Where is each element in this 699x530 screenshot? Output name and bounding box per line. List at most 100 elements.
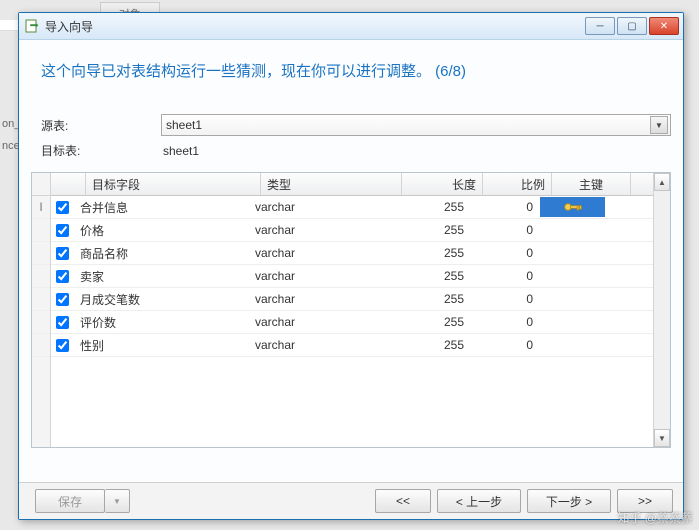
- table-row[interactable]: 月成交笔数varchar2550: [51, 288, 653, 311]
- cell-field[interactable]: 商品名称: [74, 242, 249, 264]
- chevron-down-icon[interactable]: ▼: [650, 116, 668, 134]
- save-dropdown-button[interactable]: ▼: [105, 489, 130, 513]
- cell-scale[interactable]: 0: [471, 242, 540, 264]
- grid-body: 合并信息varchar2550价格varchar2550商品名称varchar2…: [51, 196, 653, 447]
- cell-check[interactable]: [51, 311, 74, 333]
- cell-length[interactable]: 255: [390, 242, 471, 264]
- row-gutter-cell[interactable]: [32, 219, 50, 242]
- cell-check[interactable]: [51, 242, 74, 264]
- cell-check[interactable]: [51, 334, 74, 356]
- row-gutter-cell[interactable]: [32, 334, 50, 357]
- cell-field[interactable]: 卖家: [74, 265, 249, 287]
- cell-pk[interactable]: [540, 196, 607, 218]
- next-button[interactable]: 下一步 >: [527, 489, 611, 513]
- save-button[interactable]: 保存: [35, 489, 105, 513]
- cell-field[interactable]: 合并信息: [74, 196, 249, 218]
- cell-check[interactable]: [51, 196, 74, 218]
- maximize-icon: ▢: [627, 21, 636, 32]
- cell-pk[interactable]: [540, 219, 619, 241]
- source-table-row: 源表: sheet1 ▼: [31, 111, 671, 139]
- cell-type[interactable]: varchar: [249, 334, 390, 356]
- close-button[interactable]: ✕: [649, 17, 679, 35]
- target-table-row: 目标表: sheet1: [31, 139, 671, 162]
- titlebar[interactable]: 导入向导 ─ ▢ ✕: [19, 13, 683, 40]
- cell-field[interactable]: 价格: [74, 219, 249, 241]
- row-checkbox[interactable]: [56, 293, 69, 306]
- cell-length[interactable]: 255: [390, 334, 471, 356]
- wizard-description: 这个向导已对表结构运行一些猜测，现在你可以进行调整。 (6/8): [31, 46, 671, 111]
- row-gutter-cell[interactable]: [32, 288, 50, 311]
- cell-type[interactable]: varchar: [249, 196, 390, 218]
- cell-pk[interactable]: [540, 311, 619, 333]
- row-gutter-cell[interactable]: [32, 311, 50, 334]
- cell-type[interactable]: varchar: [249, 265, 390, 287]
- cell-type[interactable]: varchar: [249, 288, 390, 310]
- cell-length[interactable]: 255: [390, 265, 471, 287]
- row-gutter-cell[interactable]: [32, 242, 50, 265]
- prev-button[interactable]: < 上一步: [437, 489, 521, 513]
- cell-field[interactable]: 性别: [74, 334, 249, 356]
- row-checkbox[interactable]: [56, 224, 69, 237]
- import-wizard-icon: [25, 18, 41, 34]
- grid-row-gutter: I: [32, 173, 51, 447]
- gutter-header: [32, 173, 50, 196]
- row-checkbox[interactable]: [56, 247, 69, 260]
- cell-check[interactable]: [51, 288, 74, 310]
- col-header-length[interactable]: 长度: [402, 173, 483, 195]
- cell-scale[interactable]: 0: [471, 288, 540, 310]
- maximize-button[interactable]: ▢: [617, 17, 647, 35]
- cell-type[interactable]: varchar: [249, 242, 390, 264]
- minimize-button[interactable]: ─: [585, 17, 615, 35]
- table-row[interactable]: 合并信息varchar2550: [51, 196, 653, 219]
- row-gutter-cell[interactable]: [32, 265, 50, 288]
- minimize-icon: ─: [596, 21, 603, 32]
- table-row[interactable]: 性别varchar2550: [51, 334, 653, 357]
- row-checkbox[interactable]: [56, 270, 69, 283]
- cell-scale[interactable]: 0: [471, 265, 540, 287]
- cell-field[interactable]: 评价数: [74, 311, 249, 333]
- table-row[interactable]: 商品名称varchar2550: [51, 242, 653, 265]
- cell-scale[interactable]: 0: [471, 311, 540, 333]
- cell-pk[interactable]: [540, 242, 619, 264]
- window-title: 导入向导: [45, 18, 585, 35]
- chevron-down-icon: ▼: [113, 497, 121, 506]
- last-button[interactable]: >>: [617, 489, 673, 513]
- col-header-type[interactable]: 类型: [261, 173, 402, 195]
- scroll-down-icon[interactable]: ▼: [654, 429, 670, 447]
- cell-field[interactable]: 月成交笔数: [74, 288, 249, 310]
- close-icon: ✕: [660, 21, 668, 32]
- scroll-up-icon[interactable]: ▲: [654, 173, 670, 191]
- cell-scale[interactable]: 0: [471, 219, 540, 241]
- col-header-pk[interactable]: 主键: [552, 173, 631, 195]
- row-checkbox[interactable]: [56, 316, 69, 329]
- first-button[interactable]: <<: [375, 489, 431, 513]
- cell-length[interactable]: 255: [390, 288, 471, 310]
- cell-scale[interactable]: 0: [471, 196, 540, 218]
- row-checkbox[interactable]: [56, 339, 69, 352]
- col-header-scale[interactable]: 比例: [483, 173, 552, 195]
- cell-pk[interactable]: [540, 334, 619, 356]
- cell-length[interactable]: 255: [390, 311, 471, 333]
- cell-type[interactable]: varchar: [249, 311, 390, 333]
- key-icon: [563, 200, 583, 214]
- cell-type[interactable]: varchar: [249, 219, 390, 241]
- source-table-value: sheet1: [166, 118, 202, 132]
- wizard-body: 这个向导已对表结构运行一些猜测，现在你可以进行调整。 (6/8) 源表: she…: [19, 40, 683, 482]
- target-table-value: sheet1: [161, 144, 199, 158]
- row-checkbox[interactable]: [56, 201, 69, 214]
- col-header-check[interactable]: [51, 173, 86, 195]
- row-gutter-cell[interactable]: I: [32, 196, 50, 219]
- cell-pk[interactable]: [540, 265, 619, 287]
- vertical-scrollbar[interactable]: ▲ ▼: [653, 173, 670, 447]
- col-header-field[interactable]: 目标字段: [86, 173, 261, 195]
- cell-length[interactable]: 255: [390, 219, 471, 241]
- cell-scale[interactable]: 0: [471, 334, 540, 356]
- table-row[interactable]: 评价数varchar2550: [51, 311, 653, 334]
- table-row[interactable]: 价格varchar2550: [51, 219, 653, 242]
- cell-pk[interactable]: [540, 288, 619, 310]
- cell-check[interactable]: [51, 265, 74, 287]
- cell-length[interactable]: 255: [390, 196, 471, 218]
- source-table-combo[interactable]: sheet1 ▼: [161, 114, 671, 136]
- table-row[interactable]: 卖家varchar2550: [51, 265, 653, 288]
- cell-check[interactable]: [51, 219, 74, 241]
